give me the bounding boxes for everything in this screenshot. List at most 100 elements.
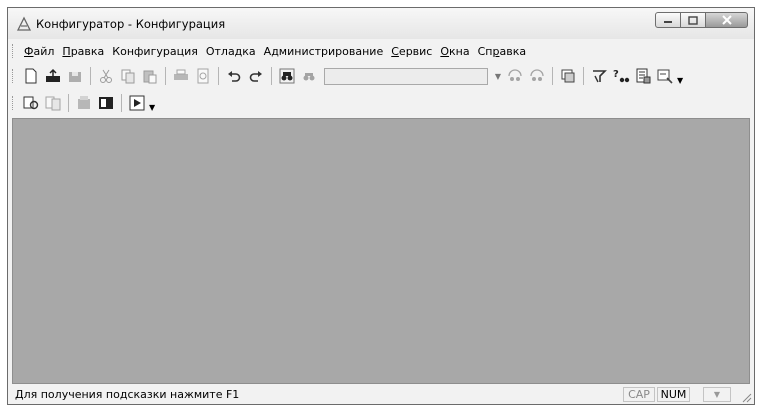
paste-icon: [143, 70, 157, 84]
syntax-helper-button[interactable]: [589, 66, 609, 86]
print-preview-button[interactable]: [193, 66, 213, 86]
svg-text:?: ?: [613, 69, 619, 80]
open-icon: [46, 68, 60, 82]
menu-edit-rest: равка: [70, 44, 105, 58]
close-icon: [721, 15, 732, 25]
toolbar-separator: [271, 67, 272, 85]
update-db-icon: [23, 96, 39, 110]
toolbar-separator: [165, 67, 166, 85]
copy-icon: [121, 69, 135, 84]
minimize-button[interactable]: [655, 12, 681, 28]
minimize-icon: [664, 21, 672, 23]
undo-button[interactable]: [224, 66, 244, 86]
toolbar-more-icon[interactable]: ▼: [149, 103, 155, 112]
toolbar-separator: [121, 94, 122, 112]
print-preview-icon: [197, 68, 209, 84]
chevron-down-icon[interactable]: ▼: [703, 387, 731, 402]
toolbar-separator: [218, 67, 219, 85]
menu-configuration[interactable]: Конфигурация: [108, 45, 202, 58]
standard-toolbar: ▼ ? ▼: [8, 63, 754, 89]
maximize-icon: [688, 15, 698, 25]
menu-service[interactable]: Сервис: [387, 45, 436, 58]
cut-icon: [100, 69, 112, 83]
mdi-client-area[interactable]: [12, 118, 750, 384]
toolbar-more-icon[interactable]: ▼: [677, 76, 683, 85]
menu-administration[interactable]: Администрирование: [260, 45, 388, 58]
find-next-match-icon: [530, 69, 544, 81]
paste-button[interactable]: [140, 66, 160, 86]
redo-button[interactable]: [246, 66, 266, 86]
maximize-button[interactable]: [681, 12, 706, 28]
main-window: Конфигуратор - Конфигурация Файл Правка …: [7, 7, 755, 405]
menu-help-rest: авка: [499, 44, 527, 58]
menu-windows[interactable]: Окна: [436, 45, 473, 58]
window-title: Конфигуратор - Конфигурация: [36, 17, 226, 31]
version-icon: [657, 69, 673, 84]
toolbar-grip[interactable]: [12, 69, 16, 83]
copy-button[interactable]: [118, 66, 138, 86]
config-table-icon: [99, 97, 113, 109]
compare-icon: [45, 96, 61, 111]
window-controls: [655, 12, 748, 28]
menu-file[interactable]: Файл: [20, 45, 58, 58]
title-bar[interactable]: Конфигуратор - Конфигурация: [8, 8, 754, 39]
close-button[interactable]: [706, 12, 748, 28]
menu-debug[interactable]: Отладка: [202, 45, 260, 58]
open-button[interactable]: [43, 66, 63, 86]
toolbar-separator: [583, 67, 584, 85]
config-table-button[interactable]: [96, 93, 116, 113]
toolbar-separator: [90, 67, 91, 85]
find-next-button[interactable]: [299, 66, 319, 86]
num-lock-indicator: NUM: [657, 387, 690, 402]
new-document-icon: [25, 68, 37, 84]
print-button[interactable]: [171, 66, 191, 86]
save-icon: [69, 72, 81, 82]
menu-configuration-rest: Конфигурация: [112, 44, 198, 58]
binoculars-icon: [279, 68, 295, 84]
compare-button[interactable]: [43, 93, 63, 113]
find-next-match-button[interactable]: [527, 66, 547, 86]
menu-help-pre: Сп: [477, 44, 493, 58]
menu-windows-key: О: [440, 44, 450, 58]
window-list-button[interactable]: [558, 66, 578, 86]
config-support-icon: [78, 96, 90, 109]
menu-debug-rest: Отладка: [205, 44, 256, 58]
menu-edit-key: П: [62, 44, 71, 58]
menu-file-rest: айл: [33, 44, 55, 58]
search-combo-input[interactable]: [324, 67, 488, 85]
configuration-toolbar: ▼: [8, 90, 754, 116]
redo-icon: [249, 71, 262, 82]
toolbar-separator: [552, 67, 553, 85]
reference-icon: [636, 68, 651, 84]
find-prev-button[interactable]: [505, 66, 525, 86]
config-support-button[interactable]: [74, 93, 94, 113]
update-db-button[interactable]: [21, 93, 41, 113]
save-button[interactable]: [65, 66, 85, 86]
chevron-down-icon[interactable]: ▼: [492, 72, 504, 81]
menu-service-key: С: [391, 44, 399, 58]
search-help-icon: ?: [613, 69, 630, 83]
search-help-button[interactable]: ?: [611, 66, 631, 86]
cut-button[interactable]: [96, 66, 116, 86]
app-logo-icon: [16, 16, 32, 31]
debug-start-button[interactable]: [127, 93, 147, 113]
menu-edit[interactable]: Правка: [58, 45, 108, 58]
status-hint: Для получения подсказки нажмите F1: [15, 388, 240, 401]
reference-button[interactable]: [633, 66, 653, 86]
caps-lock-indicator: CAP: [623, 387, 655, 402]
menu-help[interactable]: Справка: [474, 45, 530, 58]
menu-windows-rest: кна: [449, 44, 470, 58]
find-button[interactable]: [277, 66, 297, 86]
version-button[interactable]: [655, 66, 675, 86]
menu-grip[interactable]: [12, 44, 16, 58]
menu-bar: Файл Правка Конфигурация Отладка Админис…: [8, 40, 754, 62]
status-bar: Для получения подсказки нажмите F1 CAP N…: [8, 385, 754, 404]
toolbar-grip[interactable]: [12, 96, 16, 110]
find-prev-icon: [508, 69, 522, 81]
undo-icon: [228, 71, 241, 82]
syntax-helper-icon: [593, 70, 607, 83]
toolbar-separator: [68, 94, 69, 112]
binoculars-icon: [303, 73, 315, 81]
resize-grip-icon[interactable]: [740, 391, 752, 403]
new-button[interactable]: [21, 66, 41, 86]
